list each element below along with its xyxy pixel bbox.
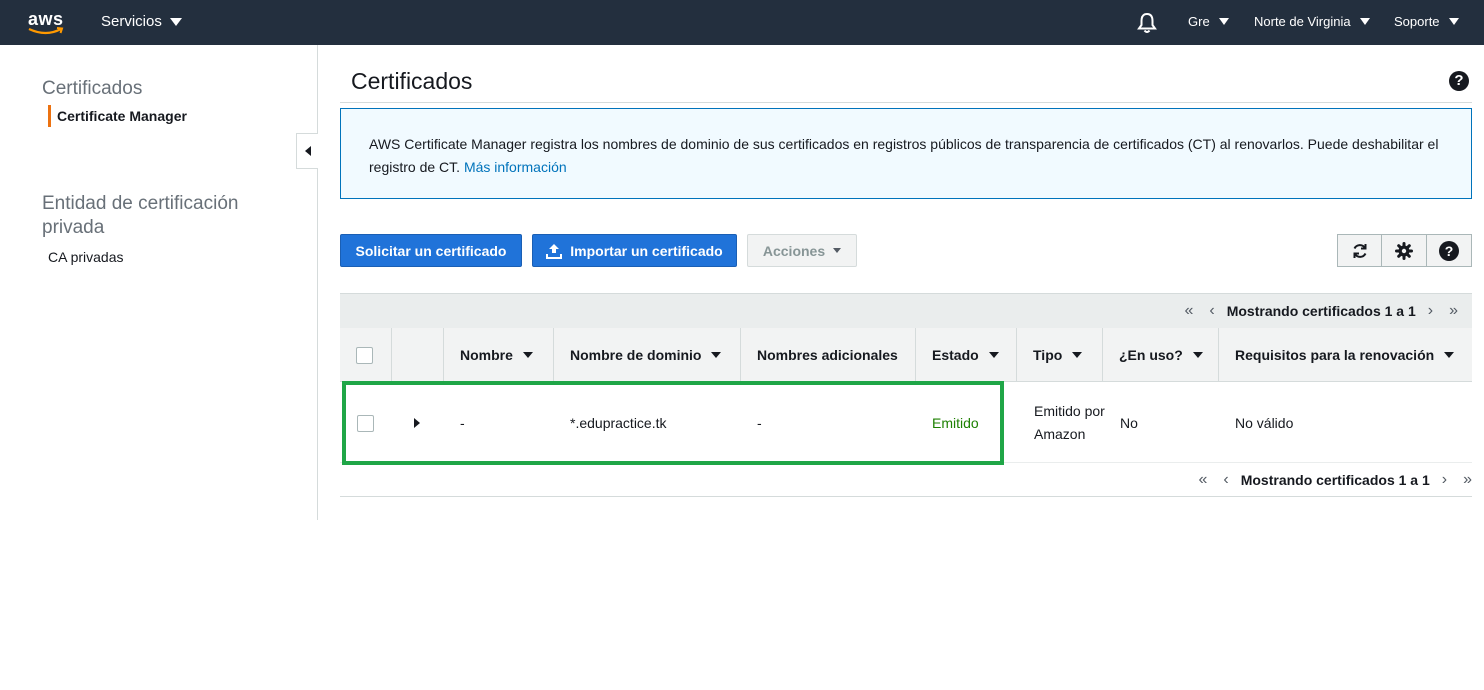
sidebar-collapse-button[interactable] xyxy=(296,133,318,169)
chevron-down-icon xyxy=(1359,18,1370,25)
table-pagination-bottom: « ‹ Mostrando certificados 1 a 1 › » xyxy=(1198,471,1472,489)
cell-name: - xyxy=(460,415,465,431)
column-in-use[interactable]: ¿En uso? xyxy=(1102,328,1218,382)
gear-icon xyxy=(1395,241,1413,260)
column-additional-names: Nombres adicionales xyxy=(740,328,915,382)
column-label: Requisitos para la renovación xyxy=(1235,347,1435,363)
column-label: Nombres adicionales xyxy=(757,347,898,363)
pagination: « ‹ Mostrando certificados 1 a 1 › » xyxy=(1184,302,1458,320)
more-info-link[interactable]: Más información xyxy=(464,159,567,175)
table-row[interactable]: - *.edupractice.tk - Emitido Emitido por… xyxy=(340,383,1472,463)
region-label: Norte de Virginia xyxy=(1254,14,1351,29)
row-checkbox[interactable] xyxy=(357,414,374,432)
aws-smile-icon xyxy=(28,27,64,35)
request-certificate-label: Solicitar un certificado xyxy=(355,242,507,259)
actions-label: Acciones xyxy=(762,242,826,259)
sidebar-item-private-cas[interactable]: CA privadas xyxy=(48,249,123,265)
first-page-icon[interactable]: « xyxy=(1184,302,1193,320)
cell-renewal: No válido xyxy=(1235,415,1294,431)
divider xyxy=(340,496,1472,497)
account-label: Gre xyxy=(1188,14,1210,29)
account-menu[interactable]: Gre xyxy=(1188,14,1229,29)
request-certificate-button[interactable]: Solicitar un certificado xyxy=(340,234,522,267)
bell-icon[interactable] xyxy=(1137,12,1157,34)
column-name[interactable]: Nombre xyxy=(443,328,553,382)
sort-icon xyxy=(711,352,722,358)
sort-icon xyxy=(1192,352,1203,358)
table-pagination-top: « ‹ Mostrando certificados 1 a 1 › » xyxy=(340,293,1472,328)
upload-icon xyxy=(546,243,563,259)
pagination-label: Mostrando certificados 1 a 1 xyxy=(1226,303,1416,319)
sort-icon xyxy=(1444,352,1455,358)
row-expand-cell xyxy=(414,383,420,463)
status-badge: Emitido xyxy=(932,415,979,431)
sort-icon xyxy=(1072,352,1083,358)
sort-icon xyxy=(988,352,999,358)
last-page-icon[interactable]: » xyxy=(1463,471,1472,489)
expand-column xyxy=(391,328,443,382)
pagination-label: Mostrando certificados 1 a 1 xyxy=(1240,472,1430,488)
column-renewal[interactable]: Requisitos para la renovación xyxy=(1218,328,1472,382)
column-status[interactable]: Estado xyxy=(915,328,1016,382)
column-type[interactable]: Tipo xyxy=(1016,328,1102,382)
divider xyxy=(340,102,1472,103)
column-domain[interactable]: Nombre de dominio xyxy=(553,328,740,382)
sidebar-heading-certificates[interactable]: Certificados xyxy=(42,77,142,101)
support-menu[interactable]: Soporte xyxy=(1394,14,1459,29)
cell-additional-names: - xyxy=(757,415,762,431)
table-tools: ? xyxy=(1337,234,1472,267)
chevron-down-icon xyxy=(1448,18,1459,25)
services-menu[interactable]: Servicios xyxy=(101,13,182,30)
expand-row-icon[interactable] xyxy=(414,418,420,428)
chevron-down-icon xyxy=(1218,18,1229,25)
column-label: Tipo xyxy=(1033,347,1063,363)
support-label: Soporte xyxy=(1394,14,1440,29)
sidebar: Certificados Certificate Manager Entidad… xyxy=(0,45,318,520)
import-certificate-button[interactable]: Importar un certificado xyxy=(532,234,737,267)
column-label: Nombre xyxy=(460,347,513,363)
table-header: Nombre Nombre de dominio Nombres adicion… xyxy=(340,328,1472,382)
column-label: ¿En uso? xyxy=(1119,347,1183,363)
chevron-left-icon xyxy=(304,146,311,156)
page-title: Certificados xyxy=(351,68,473,94)
column-label: Nombre de dominio xyxy=(570,347,702,363)
aws-logo[interactable]: aws xyxy=(28,9,68,37)
region-menu[interactable]: Norte de Virginia xyxy=(1254,14,1370,29)
sidebar-item-certificate-manager[interactable]: Certificate Manager xyxy=(48,105,187,127)
prev-page-icon[interactable]: ‹ xyxy=(1209,302,1214,320)
chevron-down-icon xyxy=(169,17,182,26)
prev-page-icon[interactable]: ‹ xyxy=(1223,471,1228,489)
refresh-icon xyxy=(1353,243,1366,258)
cell-type: Emitido por Amazon xyxy=(1034,403,1105,442)
first-page-icon[interactable]: « xyxy=(1198,471,1207,489)
row-select-cell xyxy=(357,383,374,463)
cell-in-use: No xyxy=(1120,415,1138,431)
services-label: Servicios xyxy=(101,13,162,30)
select-all-checkbox[interactable] xyxy=(356,346,373,364)
import-certificate-label: Importar un certificado xyxy=(570,242,723,259)
help-button[interactable]: ? xyxy=(1427,234,1472,267)
chevron-down-icon xyxy=(833,248,842,253)
select-all-cell xyxy=(340,328,391,382)
next-page-icon[interactable]: › xyxy=(1428,302,1433,320)
cell-domain: *.edupractice.tk xyxy=(570,415,667,431)
column-label: Estado xyxy=(932,347,979,363)
settings-button[interactable] xyxy=(1382,234,1427,267)
last-page-icon[interactable]: » xyxy=(1449,302,1458,320)
help-icon: ? xyxy=(1439,240,1459,261)
next-page-icon[interactable]: › xyxy=(1442,471,1447,489)
help-icon[interactable]: ? xyxy=(1449,71,1469,91)
actions-dropdown[interactable]: Acciones xyxy=(747,234,857,267)
refresh-button[interactable] xyxy=(1337,234,1382,267)
top-navigation: aws Servicios Gre Norte de Virginia Sopo… xyxy=(0,0,1484,45)
sidebar-heading-private-ca[interactable]: Entidad de certificación privada xyxy=(42,192,282,240)
info-alert: AWS Certificate Manager registra los nom… xyxy=(340,108,1472,199)
sort-icon xyxy=(522,352,533,358)
